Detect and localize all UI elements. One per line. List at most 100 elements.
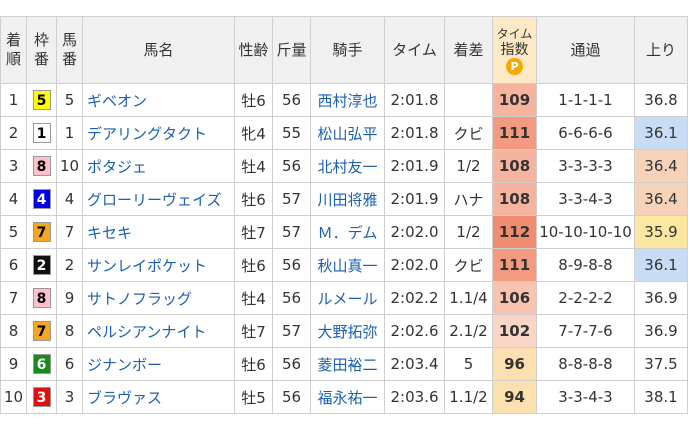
weight-cell-text: 57 (281, 223, 302, 241)
umaban-cell: 7 (56, 215, 83, 249)
jockey-link[interactable]: 松山弘平 (310, 116, 385, 150)
horse-name-link[interactable]: キセキ (82, 215, 235, 249)
jockey-link[interactable]: 西村淳也 (310, 83, 385, 117)
table-row: 2 1 1 デアリングタクト 牝4 55 松山弘平 2:01.8 クビ 111 6-6-6-6 36.… (0, 116, 688, 150)
sexage-cell-text: 牡6 (241, 91, 266, 110)
passing-cell-text: 6-6-6-6 (558, 124, 613, 142)
passing-cell: 2-2-2-2 (536, 281, 635, 315)
time-index-cell-text: 112 (498, 223, 531, 241)
header-umaban: 馬番 (56, 16, 83, 84)
table-row: 6 2 2 サンレイポケット 牡6 56 秋山真一 2:02.0 クビ 111 8-9-8-8 36.… (0, 248, 688, 282)
margin-cell: ハナ (444, 182, 493, 216)
sexage-cell: 牡6 (234, 347, 273, 381)
time-index-cell: 106 (492, 281, 537, 315)
last-cell: 36.9 (634, 281, 688, 315)
jockey-link-text[interactable]: 菱田裕二 (317, 356, 377, 374)
jockey-link[interactable]: 川田将雅 (310, 182, 385, 216)
jockey-link-text[interactable]: 川田将雅 (317, 191, 377, 209)
header-umaban-l2: 番 (61, 50, 77, 68)
umaban-cell-text: 1 (64, 124, 75, 142)
jockey-link-text[interactable]: 松山弘平 (317, 125, 377, 143)
header-margin: 着差 (444, 16, 493, 84)
weight-cell: 56 (272, 149, 311, 183)
horse-name-link-text[interactable]: サトノフラッグ (87, 290, 192, 308)
weight-cell: 56 (272, 83, 311, 117)
last-cell: 36.1 (634, 116, 688, 150)
rank-cell: 4 (0, 182, 27, 216)
horse-name-link[interactable]: ジナンボー (82, 347, 235, 381)
race-result-table: 着順 枠番 馬番 馬名 性齢 斤量 騎手 タイム 着差 タイム 指数 P 通過 … (0, 16, 688, 414)
horse-name-link[interactable]: ポタジェ (82, 149, 235, 183)
jockey-link-text[interactable]: 北村友一 (317, 158, 377, 176)
horse-name-link[interactable]: ギベオン (82, 83, 235, 117)
time-cell: 2:01.9 (384, 182, 445, 216)
rank-cell-text: 2 (8, 124, 19, 142)
horse-name-link[interactable]: サンレイポケット (82, 248, 235, 282)
horse-name-link-text[interactable]: ギベオン (87, 92, 147, 110)
time-cell-text: 2:03.6 (390, 388, 439, 406)
horse-name-link[interactable]: サトノフラッグ (82, 281, 235, 315)
jockey-link[interactable]: ルメール (310, 281, 385, 315)
time-cell-text: 2:01.9 (390, 190, 439, 208)
weight-cell-text: 56 (281, 256, 302, 274)
table-row: 8 7 8 ペルシアンナイト 牡7 57 大野拓弥 2:02.6 2.1/2 102 7-7-7-6… (0, 314, 688, 348)
sexage-cell-text: 牡4 (241, 289, 266, 308)
waku-cell: 7 (26, 215, 57, 249)
waku-badge: 7 (32, 321, 51, 341)
table-row: 10 3 3 ブラヴァス 牡5 56 福永祐一 2:03.6 1.1/2 94 3-3-4-3 38.… (0, 380, 688, 414)
header-rank-l1: 着 (5, 31, 21, 49)
time-index-cell: 108 (492, 149, 537, 183)
margin-cell-text: クビ (453, 256, 484, 275)
horse-name-link-text[interactable]: ジナンボー (87, 356, 162, 374)
jockey-link-text[interactable]: 秋山真一 (317, 257, 377, 275)
waku-badge: 6 (32, 354, 51, 374)
horse-name-link-text[interactable]: ポタジェ (87, 158, 147, 176)
passing-cell: 6-6-6-6 (536, 116, 635, 150)
table-row: 9 6 6 ジナンボー 牡6 56 菱田裕二 2:03.4 5 96 8-8-8-8 37.5 (0, 347, 688, 381)
sexage-cell-text: 牡5 (241, 388, 266, 407)
umaban-cell-text: 4 (64, 190, 75, 208)
jockey-link[interactable]: 秋山真一 (310, 248, 385, 282)
waku-badge: 3 (32, 387, 51, 407)
jockey-link-text[interactable]: ルメール (317, 290, 377, 308)
horse-name-link-text[interactable]: デアリングタクト (87, 125, 207, 143)
rank-cell: 8 (0, 314, 27, 348)
jockey-link-text[interactable]: 大野拓弥 (317, 323, 377, 341)
horse-name-link-text[interactable]: ブラヴァス (87, 389, 162, 407)
last-cell-text: 36.9 (644, 322, 678, 340)
header-weight: 斤量 (272, 16, 311, 84)
header-sexage: 性齢 (234, 16, 273, 84)
umaban-cell-text: 5 (64, 91, 75, 109)
weight-cell-text: 56 (281, 388, 302, 406)
weight-cell-text: 57 (281, 190, 302, 208)
weight-cell-text: 56 (281, 289, 302, 307)
horse-name-link-text[interactable]: サンレイポケット (87, 257, 207, 275)
sexage-cell-text: 牡6 (241, 190, 266, 209)
sexage-cell-text: 牡6 (241, 355, 266, 374)
horse-name-link[interactable]: グローリーヴェイズ (82, 182, 235, 216)
jockey-link[interactable]: Ｍ．デム (310, 215, 385, 249)
sexage-cell: 牡6 (234, 83, 273, 117)
rank-cell-text: 9 (8, 355, 19, 373)
time-cell-text: 2:03.4 (390, 355, 439, 373)
jockey-link-text[interactable]: Ｍ．デム (318, 224, 378, 242)
jockey-link[interactable]: 福永祐一 (310, 380, 385, 414)
horse-name-link-text[interactable]: グローリーヴェイズ (87, 191, 222, 209)
horse-name-link-text[interactable]: キセキ (87, 224, 132, 242)
time-cell: 2:01.8 (384, 83, 445, 117)
time-index-cell-text: 111 (498, 124, 531, 142)
horse-name-link-text[interactable]: ペルシアンナイト (87, 323, 206, 341)
horse-name-link[interactable]: ペルシアンナイト (82, 314, 235, 348)
passing-cell: 3-3-4-3 (536, 380, 635, 414)
passing-cell-text: 1-1-1-1 (558, 91, 613, 109)
jockey-link[interactable]: 菱田裕二 (310, 347, 385, 381)
umaban-cell-text: 2 (64, 256, 75, 274)
jockey-link[interactable]: 大野拓弥 (310, 314, 385, 348)
jockey-link-text[interactable]: 西村淳也 (317, 92, 377, 110)
horse-name-link[interactable]: ブラヴァス (82, 380, 235, 414)
rank-cell: 9 (0, 347, 27, 381)
horse-name-link[interactable]: デアリングタクト (82, 116, 235, 150)
jockey-link[interactable]: 北村友一 (310, 149, 385, 183)
jockey-link-text[interactable]: 福永祐一 (317, 389, 377, 407)
weight-cell: 57 (272, 182, 311, 216)
